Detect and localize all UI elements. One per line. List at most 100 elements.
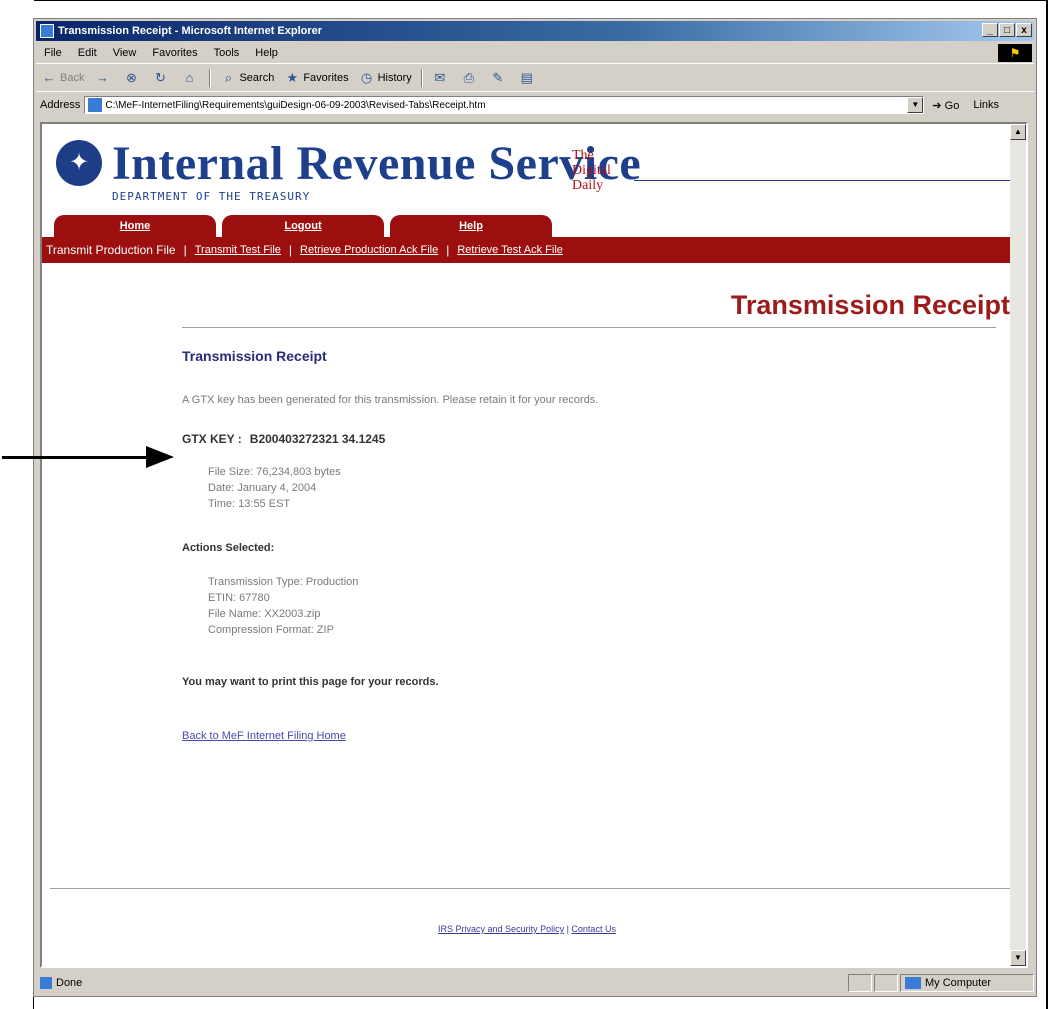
menu-file[interactable]: File bbox=[44, 47, 62, 59]
receipt-time: Time: 13:55 EST bbox=[208, 498, 291, 510]
gtx-key-value: B200403272321 34.1245 bbox=[249, 432, 386, 446]
irs-eagle-logo-icon: ✦ bbox=[56, 140, 102, 186]
security-zone: My Computer bbox=[900, 974, 1034, 992]
print-button[interactable]: ⎙ bbox=[461, 70, 480, 86]
address-dropdown-icon[interactable]: ▼ bbox=[907, 97, 924, 113]
print-icon: ⎙ bbox=[463, 70, 475, 85]
intro-text: A GTX key has been generated for this tr… bbox=[182, 394, 599, 406]
forward-arrow-icon: → bbox=[95, 70, 109, 85]
footer: IRS Privacy and Security Policy | Contac… bbox=[42, 924, 1012, 934]
close-button[interactable]: x bbox=[1016, 23, 1032, 37]
discuss-icon: ▤ bbox=[520, 70, 533, 85]
edit-icon: ✎ bbox=[492, 70, 504, 85]
frame-border-top bbox=[34, 0, 1048, 1]
maximize-button[interactable]: □ bbox=[999, 23, 1015, 37]
menu-view[interactable]: View bbox=[113, 47, 137, 59]
page-icon bbox=[88, 98, 103, 112]
toolbar: ← Back → ⊗ ↻ ⌂ ⌕ Search ★ Favorites ◷ Hi… bbox=[36, 65, 1034, 92]
favorites-icon: ★ bbox=[286, 70, 299, 85]
stop-button[interactable]: ⊗ bbox=[123, 70, 142, 86]
file-name: File Name: XX2003.zip bbox=[208, 608, 321, 620]
print-note: You may want to print this page for your… bbox=[182, 676, 439, 688]
toolbar-separator bbox=[209, 69, 212, 87]
irs-title: Internal Revenue Service bbox=[112, 137, 642, 190]
gtx-key-label: GTX KEY : bbox=[182, 432, 242, 446]
menu-help[interactable]: Help bbox=[255, 47, 278, 59]
title-bar: Transmission Receipt - Microsoft Interne… bbox=[36, 21, 1034, 41]
gtx-key: GTX KEY : B200403272321 34.1245 bbox=[182, 432, 385, 446]
status-bar: Done My Computer bbox=[36, 972, 1034, 994]
search-icon: ⌕ bbox=[224, 70, 233, 85]
menu-edit[interactable]: Edit bbox=[78, 47, 97, 59]
back-home-link[interactable]: Back to MeF Internet Filing Home bbox=[182, 730, 346, 742]
scroll-down-icon[interactable]: ▼ bbox=[1010, 950, 1026, 966]
scroll-up-icon[interactable]: ▲ bbox=[1010, 124, 1026, 140]
status-cell bbox=[848, 974, 872, 992]
back-button[interactable]: ← Back bbox=[41, 70, 85, 86]
back-arrow-icon: ← bbox=[42, 70, 56, 85]
ie-page-icon bbox=[40, 977, 52, 989]
windows-logo-icon: ⚑ bbox=[998, 44, 1032, 62]
footer-divider bbox=[50, 888, 1012, 889]
menu-favorites[interactable]: Favorites bbox=[152, 47, 197, 59]
sub-navigation: Transmit Production File | Transmit Test… bbox=[42, 237, 1012, 263]
transmission-type: Transmission Type: Production bbox=[208, 576, 359, 588]
subnav-transmit-test[interactable]: Transmit Test File bbox=[195, 244, 281, 256]
mail-icon: ✉ bbox=[434, 70, 446, 85]
computer-icon bbox=[905, 977, 921, 989]
digital-daily-logo: The Digital Daily bbox=[572, 148, 611, 193]
subnav-separator: | bbox=[183, 243, 187, 257]
stop-icon: ⊗ bbox=[126, 70, 137, 85]
links-button[interactable]: Links bbox=[973, 99, 999, 111]
minimize-button[interactable]: _ bbox=[982, 23, 998, 37]
subnav-separator: | bbox=[446, 243, 450, 257]
section-title: Transmission Receipt bbox=[182, 348, 327, 364]
search-button[interactable]: ⌕ Search bbox=[220, 70, 275, 86]
forward-button[interactable]: → bbox=[94, 70, 113, 86]
go-button[interactable]: ➔ Go bbox=[932, 99, 959, 112]
page-title: Transmission Receipt bbox=[730, 290, 1010, 320]
pointer-arrow-icon bbox=[146, 446, 174, 468]
menu-tools[interactable]: Tools bbox=[214, 47, 240, 59]
heading-divider bbox=[182, 327, 996, 328]
compression-format: Compression Format: ZIP bbox=[208, 624, 334, 636]
history-button[interactable]: ◷ History bbox=[359, 70, 412, 86]
home-button[interactable]: ⌂ bbox=[181, 70, 200, 86]
refresh-button[interactable]: ↻ bbox=[152, 70, 171, 86]
home-icon: ⌂ bbox=[185, 70, 194, 85]
contact-us-link[interactable]: Contact Us bbox=[571, 924, 616, 934]
discuss-button[interactable]: ▤ bbox=[519, 70, 538, 86]
edit-button[interactable]: ✎ bbox=[490, 70, 509, 86]
header-divider bbox=[634, 180, 1012, 181]
subnav-retrieve-production-ack[interactable]: Retrieve Production Ack File bbox=[300, 244, 438, 256]
vertical-scrollbar[interactable]: ▲ ▼ bbox=[1010, 124, 1026, 966]
mail-button[interactable]: ✉ bbox=[432, 70, 451, 86]
file-size: File Size: 76,234,803 bytes bbox=[208, 466, 341, 478]
favorites-button[interactable]: ★ Favorites bbox=[284, 70, 349, 86]
etin: ETIN: 67780 bbox=[208, 592, 270, 604]
address-input[interactable]: C:\MeF-InternetFiling\Requirements\guiDe… bbox=[84, 96, 925, 114]
subnav-current: Transmit Production File bbox=[46, 243, 176, 257]
tab-logout[interactable]: Logout bbox=[222, 215, 384, 237]
window-title: Transmission Receipt - Microsoft Interne… bbox=[58, 25, 323, 37]
status-cell bbox=[874, 974, 898, 992]
actions-title: Actions Selected: bbox=[182, 542, 275, 554]
privacy-policy-link[interactable]: IRS Privacy and Security Policy bbox=[438, 924, 564, 934]
address-bar: Address C:\MeF-InternetFiling\Requiremen… bbox=[36, 93, 1034, 117]
page-viewport: ✦ Internal Revenue Service DEPARTMENT OF… bbox=[40, 122, 1028, 968]
browser-window: Transmission Receipt - Microsoft Interne… bbox=[33, 18, 1037, 997]
menu-bar: File Edit View Favorites Tools Help bbox=[36, 43, 1034, 64]
toolbar-separator bbox=[420, 69, 423, 87]
status-done: Done bbox=[36, 977, 848, 989]
tab-help[interactable]: Help bbox=[390, 215, 552, 237]
main-tabs: Home Logout Help bbox=[54, 215, 558, 237]
address-label: Address bbox=[40, 99, 81, 111]
history-icon: ◷ bbox=[360, 70, 373, 85]
refresh-icon: ↻ bbox=[155, 70, 166, 85]
ie-icon bbox=[40, 24, 54, 38]
irs-subtitle: DEPARTMENT OF THE TREASURY bbox=[112, 190, 311, 203]
pointer-arrow-line bbox=[2, 456, 148, 459]
subnav-separator: | bbox=[288, 243, 293, 257]
tab-home[interactable]: Home bbox=[54, 215, 216, 237]
subnav-retrieve-test-ack[interactable]: Retrieve Test Ack File bbox=[457, 244, 563, 256]
